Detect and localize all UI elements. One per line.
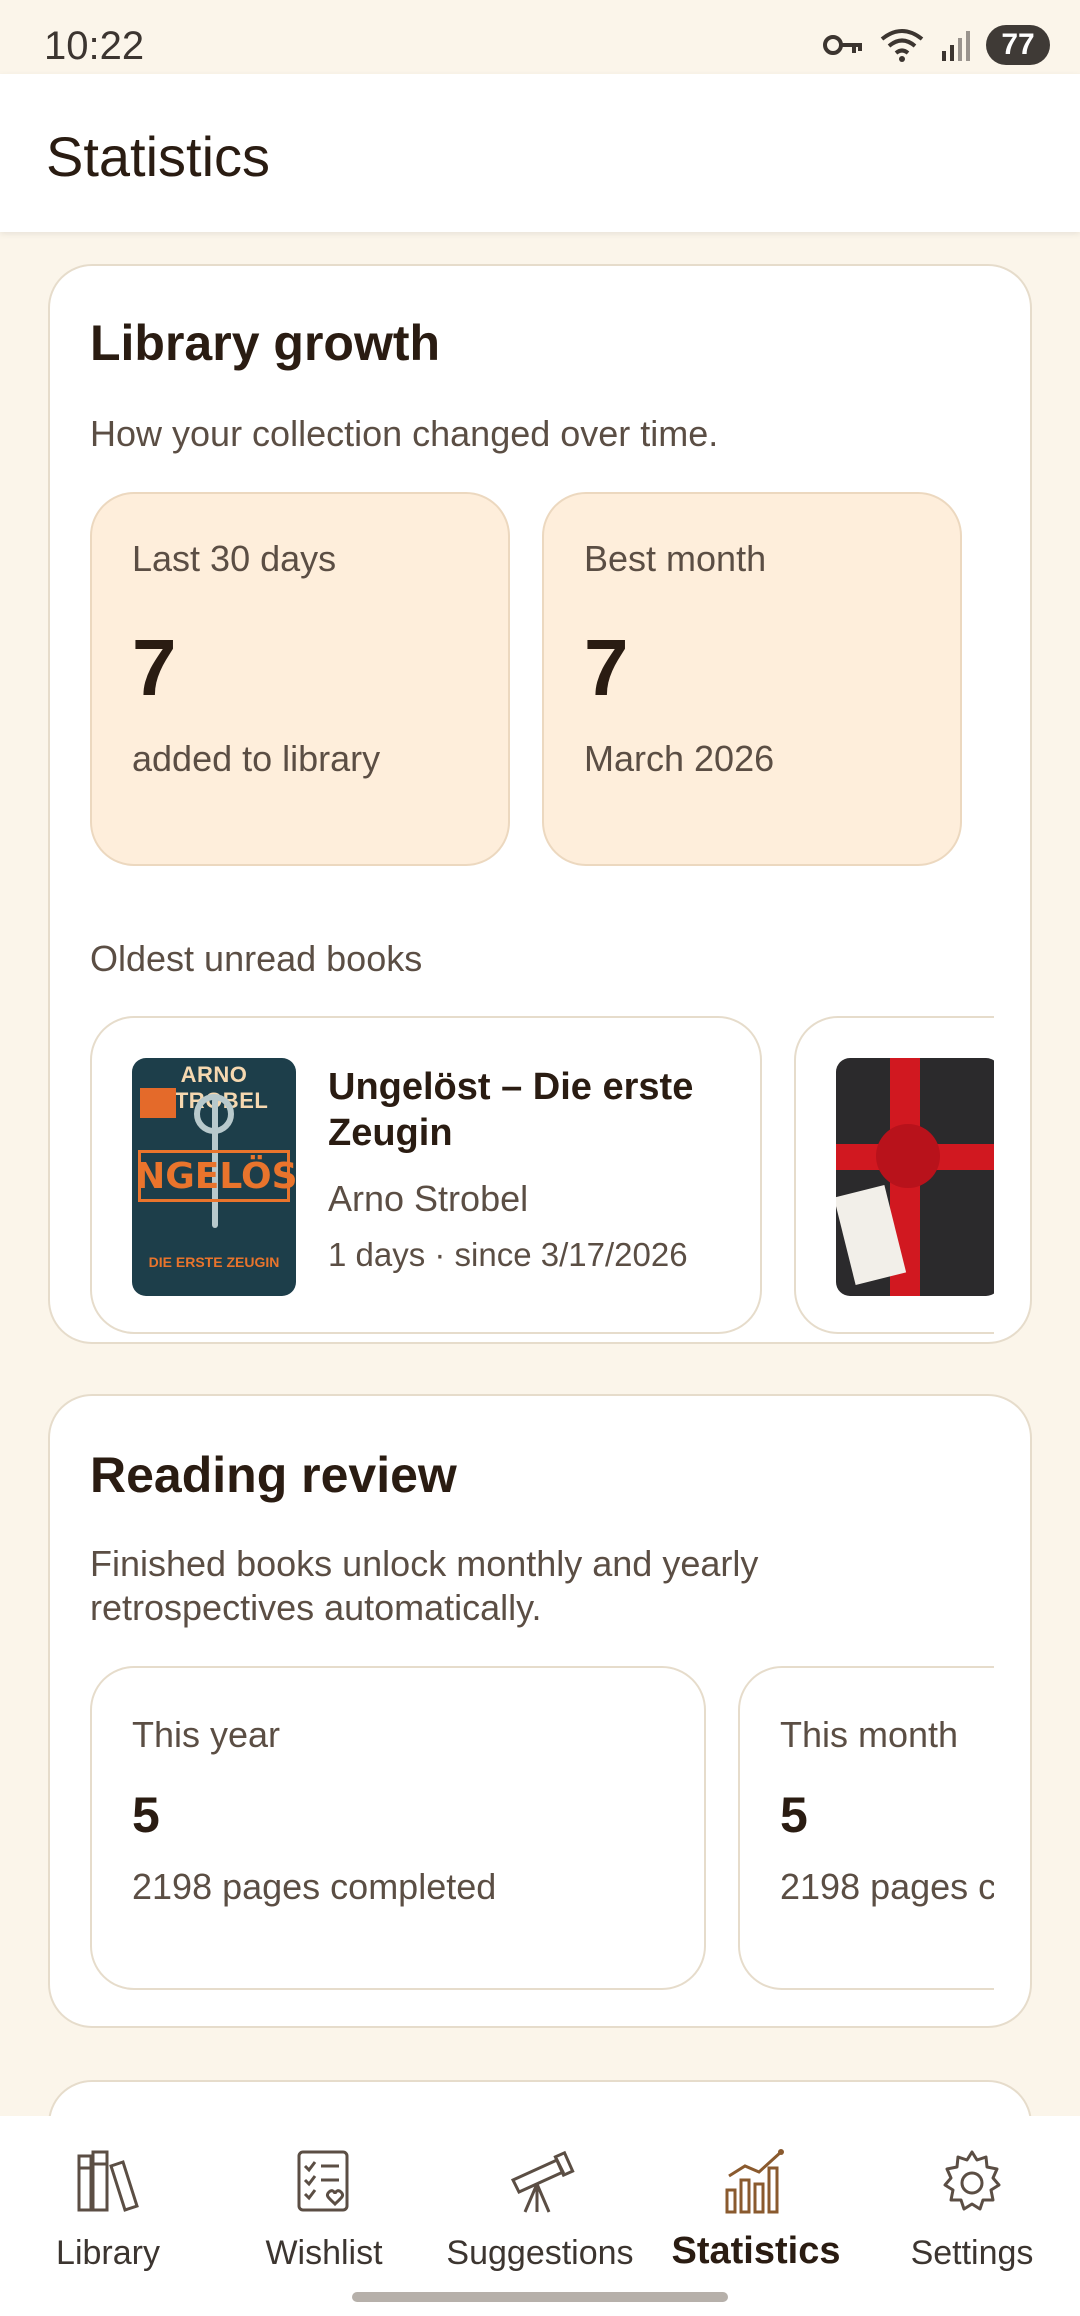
book-card[interactable] xyxy=(794,1016,994,1334)
nav-item-settings[interactable]: Settings xyxy=(864,2134,1080,2284)
book-cover: ARNO STROBEL UNGELÖST DIE ERSTE ZEUGIN xyxy=(132,1058,296,1296)
tile-caption: 2198 pages completed xyxy=(132,1866,497,1907)
books-icon xyxy=(77,2150,139,2212)
cover-bow xyxy=(876,1124,940,1188)
tile-caption: 2198 pages completed xyxy=(780,1866,994,1907)
tile-caption: March 2026 xyxy=(584,738,775,779)
library-growth-title: Library growth xyxy=(90,315,441,371)
nav-item-wishlist[interactable]: Wishlist xyxy=(216,2134,432,2284)
growth-tiles-row[interactable]: Last 30 days 7 added to library Best mon… xyxy=(90,492,994,868)
cover-subtitle-text: DIE ERSTE ZEUGIN xyxy=(148,1254,280,1270)
checklist-icon xyxy=(297,2150,349,2212)
library-growth-card: Library growth How your collection chang… xyxy=(48,264,1032,1344)
reading-review-title: Reading review xyxy=(90,1447,457,1503)
book-cover xyxy=(836,1058,994,1296)
tile-value: 7 xyxy=(132,623,177,712)
key-icon xyxy=(823,35,862,55)
bottom-navigation: Library Wishlist Suggestions Statistics xyxy=(0,2116,1080,2316)
oldest-unread-label: Oldest unread books xyxy=(90,938,423,979)
telescope-icon xyxy=(510,2150,575,2213)
stat-tile-best-month: Best month 7 March 2026 xyxy=(542,492,962,866)
cover-title-text: UNGELÖST xyxy=(132,1150,296,1202)
book-card[interactable]: ARNO STROBEL UNGELÖST DIE ERSTE ZEUGIN U… xyxy=(90,1016,762,1334)
nav-label: Library xyxy=(56,2234,160,2272)
review-tiles-row[interactable]: This year 5 2198 pages completed This mo… xyxy=(90,1666,994,1996)
statistics-content[interactable]: Library growth How your collection chang… xyxy=(0,232,1080,2116)
app-bar: Statistics xyxy=(0,74,1080,232)
tile-label: Last 30 days xyxy=(132,538,337,579)
nav-item-library[interactable]: Library xyxy=(0,2134,216,2284)
wifi-icon xyxy=(880,29,924,62)
page-title: Statistics xyxy=(46,125,271,188)
status-bar: 10:22 77 xyxy=(0,0,1080,74)
cover-badge xyxy=(140,1088,176,1118)
book-meta: 1 days · since 3/17/2026 xyxy=(328,1236,688,1273)
nav-item-statistics[interactable]: Statistics xyxy=(648,2134,864,2284)
nav-label: Statistics xyxy=(671,2230,841,2272)
next-card xyxy=(48,2080,1032,2116)
gear-icon xyxy=(943,2150,1001,2211)
book-title: Ungelöst – Die erste Zeugin xyxy=(328,1066,694,1154)
signal-icon xyxy=(942,31,970,61)
tile-caption: added to library xyxy=(132,738,381,779)
battery-level: 77 xyxy=(1001,28,1035,61)
nav-label: Settings xyxy=(910,2234,1034,2272)
gesture-bar[interactable] xyxy=(352,2292,728,2302)
review-tile-this-month: This month 5 2198 pages completed xyxy=(738,1666,994,1990)
nav-label: Suggestions xyxy=(446,2234,634,2272)
reading-review-card: Reading review Finished books unlock mon… xyxy=(48,1394,1032,2028)
reading-review-subtitle: Finished books unlock monthly and yearly… xyxy=(90,1543,759,1628)
battery-icon: 77 xyxy=(986,25,1050,65)
library-growth-subtitle: How your collection changed over time. xyxy=(90,413,719,454)
review-tile-this-year: This year 5 2198 pages completed xyxy=(90,1666,706,1990)
nav-item-suggestions[interactable]: Suggestions xyxy=(432,2134,648,2284)
nav-label: Wishlist xyxy=(265,2234,383,2272)
tile-value: 5 xyxy=(780,1787,808,1843)
tile-label: This month xyxy=(780,1714,959,1755)
stat-tile-last-30-days: Last 30 days 7 added to library xyxy=(90,492,510,866)
status-time: 10:22 xyxy=(44,24,145,68)
oldest-unread-row[interactable]: ARNO STROBEL UNGELÖST DIE ERSTE ZEUGIN U… xyxy=(90,1016,994,1336)
status-icons: 77 xyxy=(822,22,1050,68)
book-author: Arno Strobel xyxy=(328,1178,529,1219)
chart-icon xyxy=(725,2149,784,2214)
tile-value: 5 xyxy=(132,1787,160,1843)
tile-value: 7 xyxy=(584,623,629,712)
tile-label: Best month xyxy=(584,538,767,579)
tile-label: This year xyxy=(132,1714,281,1755)
